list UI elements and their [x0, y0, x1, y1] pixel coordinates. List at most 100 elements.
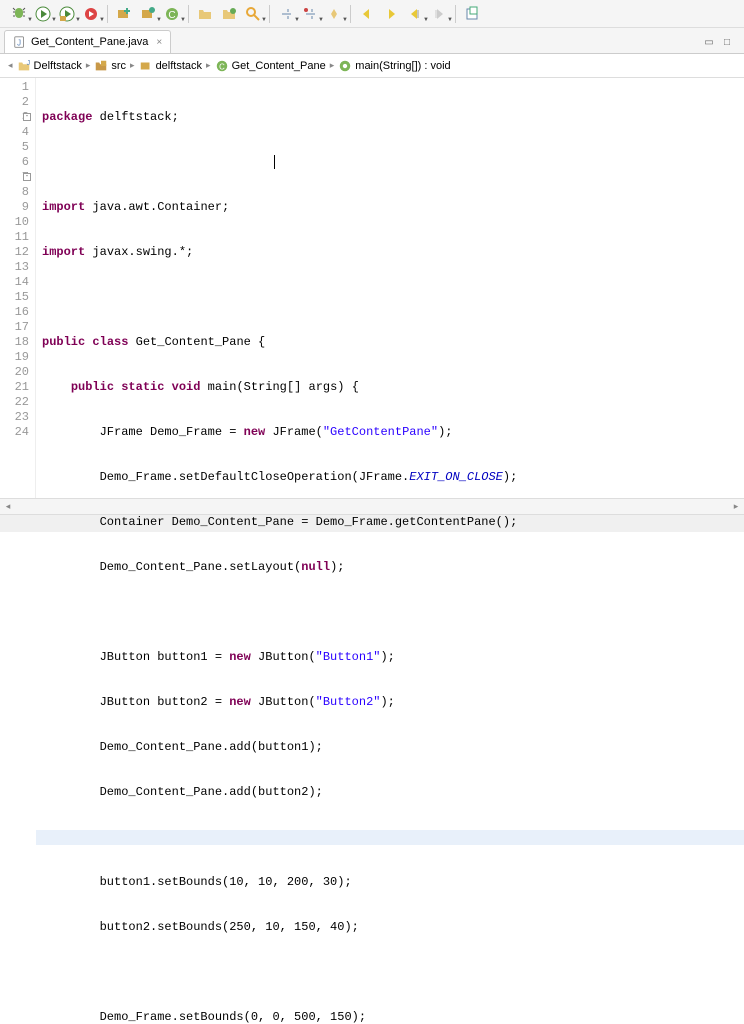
class-icon: C	[215, 59, 229, 73]
code-area[interactable]: package delftstack; import java.awt.Cont…	[36, 78, 744, 498]
coverage-button[interactable]: ▼	[56, 3, 78, 25]
breadcrumb-method[interactable]: main(String[]) : void	[338, 59, 450, 73]
debug-dropdown-button[interactable]: ▼	[8, 3, 30, 25]
line-number: 9	[0, 200, 29, 215]
last-edit-button[interactable]: ▼	[404, 3, 426, 25]
line-number: 13	[0, 260, 29, 275]
ext-tools-button[interactable]: ▼	[80, 3, 102, 25]
next-edit-button[interactable]: ▼	[428, 3, 450, 25]
maximize-icon[interactable]: □	[720, 35, 734, 49]
breadcrumb-label: main(String[]) : void	[355, 60, 450, 72]
toolbar-separator	[350, 5, 351, 23]
line-gutter: 1 2 3- 4 5 6 7- 8 9 10 11 12 13 14 15 16…	[0, 78, 36, 498]
line-number: 3-	[0, 110, 29, 125]
svg-text:C: C	[219, 62, 225, 71]
breadcrumb-label: src	[111, 60, 126, 72]
code-line: Demo_Content_Pane.add(button1);	[42, 740, 744, 755]
line-number: 18	[0, 335, 29, 350]
new-package-button[interactable]	[113, 3, 135, 25]
java-file-icon: J	[13, 35, 27, 49]
toggle-breakpoint-button[interactable]: ▼	[299, 3, 321, 25]
code-line	[42, 155, 744, 170]
line-number: 8	[0, 185, 29, 200]
breadcrumb-label: Get_Content_Pane	[232, 60, 326, 72]
fold-icon[interactable]: -	[23, 173, 31, 181]
code-line: Container Demo_Content_Pane = Demo_Frame…	[42, 515, 744, 530]
scrollbar-track[interactable]	[32, 499, 712, 515]
breadcrumb-label: Delftstack	[34, 60, 82, 72]
line-number: 7-	[0, 170, 29, 185]
breadcrumb-separator: ▸	[86, 60, 91, 71]
breadcrumb-package[interactable]: delftstack	[139, 59, 202, 73]
breadcrumb-separator: ▸	[130, 60, 135, 71]
code-line: public class Get_Content_Pane {	[42, 335, 744, 350]
line-number: 16	[0, 305, 29, 320]
fold-icon[interactable]: -	[23, 113, 31, 121]
line-number: 10	[0, 215, 29, 230]
breadcrumb-src[interactable]: src	[94, 59, 126, 73]
code-line: button2.setBounds(250, 10, 150, 40);	[42, 920, 744, 935]
forward-button[interactable]	[380, 3, 402, 25]
main-toolbar: ▼ ▼ ▼ ▼ ▼ C▼ ▼ ▼ ▼ ▼ ▼ ▼	[0, 0, 744, 28]
text-cursor	[274, 155, 275, 169]
code-line: button1.setBounds(10, 10, 200, 30);	[42, 875, 744, 890]
editor-tab-bar: J Get_Content_Pane.java × ▭ □	[0, 28, 744, 54]
code-line: JButton button1 = new JButton("Button1")…	[42, 650, 744, 665]
scroll-left-icon[interactable]: ◂	[0, 499, 16, 515]
breadcrumb-back-icon[interactable]: ◂	[8, 60, 13, 71]
toolbar-separator	[269, 5, 270, 23]
back-button[interactable]	[356, 3, 378, 25]
close-icon[interactable]: ×	[156, 37, 162, 48]
breadcrumb-label: delftstack	[156, 60, 202, 72]
breadcrumb-project[interactable]: J Delftstack	[17, 59, 82, 73]
current-line-highlight	[36, 830, 744, 845]
src-folder-icon	[94, 59, 108, 73]
annotation-nav-button[interactable]: ▼	[323, 3, 345, 25]
line-number: 24	[0, 425, 29, 440]
svg-text:J: J	[17, 39, 21, 48]
line-number: 15	[0, 290, 29, 305]
line-number: 23	[0, 410, 29, 425]
toolbar-separator	[188, 5, 189, 23]
method-icon	[338, 59, 352, 73]
code-line: Demo_Content_Pane.setLayout(null);	[42, 560, 744, 575]
line-number: 17	[0, 320, 29, 335]
package-icon	[139, 59, 153, 73]
toolbar-separator	[107, 5, 108, 23]
line-number: 12	[0, 245, 29, 260]
search-button[interactable]: ▼	[242, 3, 264, 25]
line-number: 2	[0, 95, 29, 110]
run-dropdown-button[interactable]: ▼	[32, 3, 54, 25]
line-number: 5	[0, 140, 29, 155]
line-number: 14	[0, 275, 29, 290]
breadcrumb-separator: ▸	[330, 60, 335, 71]
code-line	[42, 290, 744, 305]
file-tab[interactable]: J Get_Content_Pane.java ×	[4, 30, 171, 53]
line-number: 20	[0, 365, 29, 380]
project-icon: J	[17, 59, 31, 73]
breadcrumb-class[interactable]: C Get_Content_Pane	[215, 59, 326, 73]
code-line	[42, 830, 744, 845]
new-type-button[interactable]: C▼	[161, 3, 183, 25]
breadcrumb-separator: ▸	[206, 60, 211, 71]
svg-text:J: J	[26, 60, 30, 67]
line-number: 6	[0, 155, 29, 170]
svg-text:C: C	[168, 10, 175, 21]
code-line: Demo_Content_Pane.add(button2);	[42, 785, 744, 800]
pin-editor-button[interactable]	[461, 3, 483, 25]
line-number: 11	[0, 230, 29, 245]
code-line: package delftstack;	[42, 110, 744, 125]
toggle-mark-button[interactable]: ▼	[275, 3, 297, 25]
code-line: Demo_Frame.setBounds(0, 0, 500, 150);	[42, 1010, 744, 1024]
toolbar-separator	[455, 5, 456, 23]
code-editor[interactable]: 1 2 3- 4 5 6 7- 8 9 10 11 12 13 14 15 16…	[0, 78, 744, 498]
line-number: 22	[0, 395, 29, 410]
open-folder-button[interactable]	[194, 3, 216, 25]
new-class-button[interactable]: ▼	[137, 3, 159, 25]
code-line: public static void main(String[] args) {	[42, 380, 744, 395]
minimize-icon[interactable]: ▭	[702, 35, 716, 49]
line-number: 1	[0, 80, 29, 95]
line-number: 19	[0, 350, 29, 365]
open-task-button[interactable]	[218, 3, 240, 25]
code-line: import java.awt.Container;	[42, 200, 744, 215]
